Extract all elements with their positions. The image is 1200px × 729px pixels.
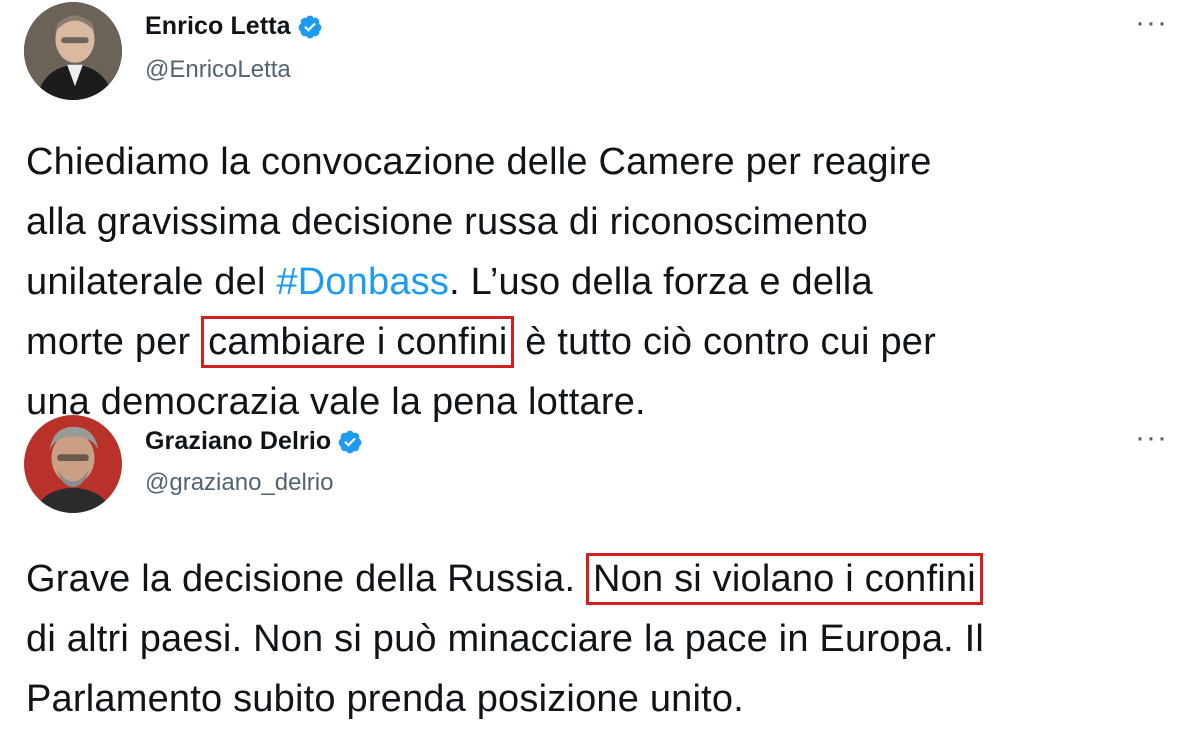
author-handle[interactable]: @graziano_delrio (145, 469, 333, 497)
tweet-text: Chiediamo la convocazione delle Camere p… (26, 132, 1186, 432)
text-line: Parlamento subito prenda posizione unito… (26, 678, 744, 720)
text-line: di altri paesi. Non si può minacciare la… (26, 618, 985, 660)
author-row: Enrico Letta (145, 12, 323, 41)
text-line: Grave la decisione della Russia. Non si … (26, 549, 1186, 609)
hashtag-link[interactable]: #Donbass (276, 261, 449, 303)
text-line: unilaterale del #Donbass. L’uso della fo… (26, 252, 1186, 312)
highlighted-phrase: cambiare i confini (201, 316, 515, 368)
author-row: Graziano Delrio (145, 427, 363, 456)
more-options-icon[interactable]: ··· (1135, 8, 1168, 38)
text-segment: Grave la decisione della Russia. (26, 558, 586, 600)
text-line: morte per cambiare i confini è tutto ciò… (26, 312, 1186, 372)
text-segment: unilaterale del (26, 261, 277, 303)
text-line: Chiediamo la convocazione delle Camere p… (26, 141, 932, 183)
tweet-text: Grave la decisione della Russia. Non si … (26, 549, 1186, 729)
tweet-graziano-delrio[interactable]: Graziano Delrio @graziano_delrio ··· Gra… (0, 405, 1200, 720)
text-segment: morte per (26, 321, 202, 363)
avatar[interactable] (24, 415, 122, 513)
avatar[interactable] (24, 2, 122, 100)
verified-badge-icon (297, 14, 323, 40)
author-name[interactable]: Graziano Delrio (145, 427, 331, 456)
text-segment: . L’uso della forza e della (449, 261, 873, 303)
text-segment: è tutto ciò contro cui per (514, 321, 936, 363)
tweet-enrico-letta[interactable]: Enrico Letta @EnricoLetta ··· Chiediamo … (0, 0, 1200, 423)
more-options-icon[interactable]: ··· (1135, 423, 1168, 453)
text-line: alla gravissima decisione russa di ricon… (26, 201, 868, 243)
author-name[interactable]: Enrico Letta (145, 12, 291, 41)
highlighted-phrase: Non si violano i confini (586, 553, 983, 605)
verified-badge-icon (337, 429, 363, 455)
author-handle[interactable]: @EnricoLetta (145, 56, 291, 84)
